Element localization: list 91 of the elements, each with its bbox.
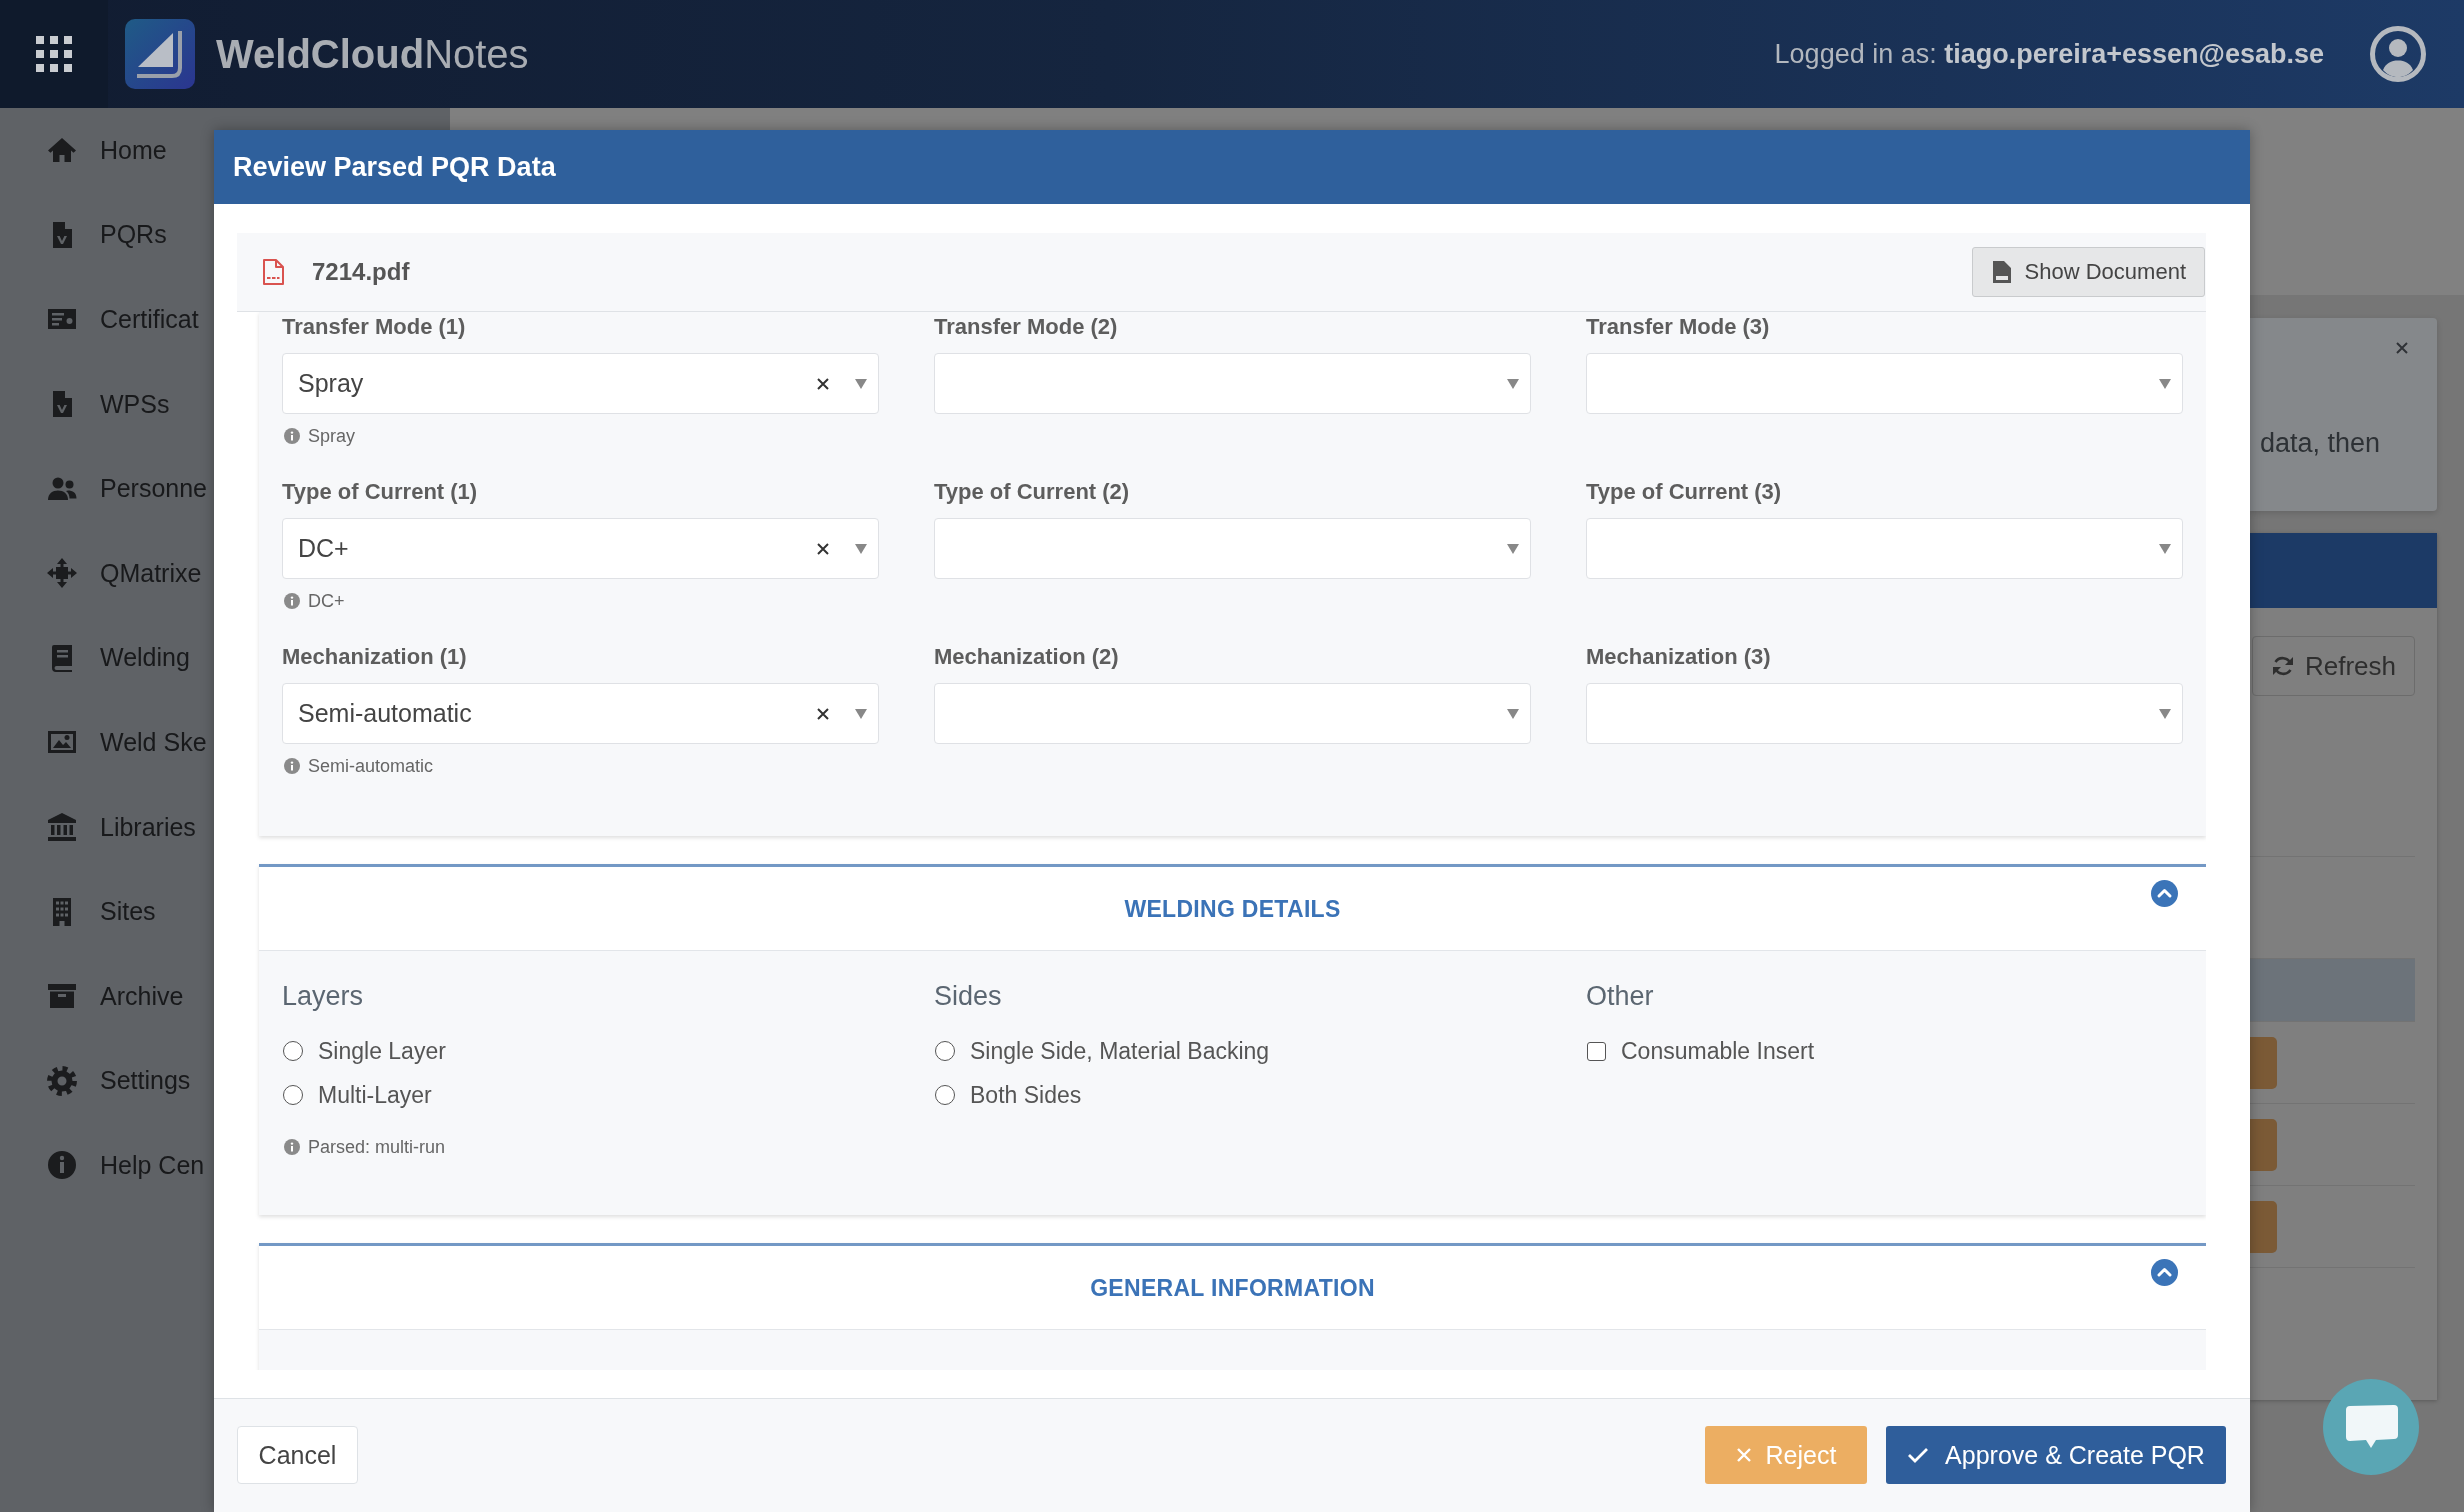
select-field[interactable] [1586, 518, 2183, 579]
close-icon[interactable] [2395, 341, 2409, 355]
dialog-title: Review Parsed PQR Data [233, 151, 556, 183]
caret-icon [855, 708, 867, 719]
refresh-button[interactable]: Refresh [2251, 636, 2415, 696]
section-title: WELDING DETAILS [1124, 894, 1341, 923]
field-label: Type of Current (3) [1586, 478, 1782, 506]
option-label: Multi-Layer [318, 1081, 432, 1109]
radio-button[interactable] [283, 1041, 303, 1061]
group-heading: Sides [934, 980, 1002, 1012]
brand-name: WeldCloudNotes [216, 31, 529, 78]
field-label: Mechanization (2) [934, 643, 1119, 671]
caret-icon [855, 543, 867, 554]
select-field[interactable] [934, 683, 1531, 744]
clear-icon[interactable] [817, 377, 829, 390]
login-status: Logged in as: tiago.pereira+essen@esab.se [1774, 38, 2324, 70]
check-icon [1907, 1447, 1930, 1463]
select-field[interactable] [1586, 353, 2183, 414]
logo-icon [125, 19, 195, 89]
caret-icon [1507, 543, 1519, 554]
checkbox[interactable] [1587, 1041, 1606, 1061]
option-label: Consumable Insert [1621, 1037, 1815, 1065]
caret-icon [855, 378, 867, 389]
select-field[interactable] [934, 518, 1531, 579]
clear-icon[interactable] [817, 707, 829, 720]
sidebar-item[interactable]: Libraries [0, 784, 196, 870]
field-label: Transfer Mode (1) [282, 313, 466, 341]
chevron-circle-icon[interactable] [2151, 1259, 2178, 1286]
info-icon [46, 1149, 78, 1182]
reject-button[interactable]: Reject [1705, 1426, 1867, 1484]
select-field[interactable] [1586, 683, 2183, 744]
sidebar-item[interactable]: Settings [0, 1038, 191, 1124]
caret-icon [1507, 708, 1519, 719]
select-field[interactable]: Semi-automatic [282, 683, 879, 744]
sidebar-item[interactable]: Welding [0, 615, 190, 701]
caret-icon [2159, 708, 2171, 719]
radio-button[interactable] [935, 1041, 955, 1061]
move-arrows-icon [46, 557, 78, 590]
chevron-circle-icon[interactable] [2151, 880, 2178, 907]
sidebar-item[interactable]: Weld Ske [0, 700, 207, 785]
select-field[interactable]: Spray [282, 353, 879, 414]
sidebar-item[interactable]: Help Cen [0, 1123, 205, 1208]
info-icon [284, 593, 300, 609]
caret-icon [2159, 378, 2171, 389]
caret-icon [1507, 378, 1519, 389]
clear-icon[interactable] [817, 542, 829, 555]
hint-text: Semi-automatic [308, 755, 434, 777]
notice-text: data, then [2259, 427, 2380, 459]
group-heading: Other [1586, 980, 1654, 1012]
hint-text: DC+ [308, 590, 345, 612]
field-label: Type of Current (1) [282, 478, 478, 506]
sidebar-item[interactable]: QMatrixe [0, 530, 202, 616]
sidebar-item[interactable]: Archive [0, 953, 184, 1039]
field-label: Mechanization (3) [1586, 643, 1771, 671]
x-icon [1735, 1447, 1752, 1463]
sidebar-item[interactable]: Home [0, 108, 167, 193]
file-icon [1992, 261, 2011, 283]
sidebar-item[interactable]: WPSs [0, 361, 170, 447]
hint-text: Spray [308, 425, 356, 447]
sidebar-item[interactable]: PQRs [0, 192, 167, 278]
sidebar-item[interactable]: Certificat [0, 277, 199, 362]
option-label: Both Sides [970, 1081, 1082, 1109]
field-label: Transfer Mode (3) [1586, 313, 1770, 341]
apps-grid-icon[interactable] [36, 36, 72, 72]
option-label: Single Layer [318, 1037, 446, 1065]
info-icon [284, 428, 300, 444]
info-icon [284, 1139, 300, 1155]
show-document-button[interactable]: Show Document [1971, 247, 2205, 297]
option-label: Single Side, Material Backing [970, 1037, 1270, 1065]
sidebar-item[interactable]: Sites [0, 869, 156, 954]
cancel-button[interactable]: Cancel [237, 1426, 358, 1484]
sidebar-item[interactable]: Personne [0, 446, 208, 531]
file-name: 7214.pdf [312, 258, 410, 286]
group-heading: Layers [282, 980, 364, 1012]
bank-icon [46, 811, 78, 844]
approve-button[interactable]: Approve & Create PQR [1886, 1426, 2226, 1484]
radio-button[interactable] [935, 1085, 955, 1105]
field-label: Mechanization (1) [282, 643, 467, 671]
pdf-file-icon [262, 259, 284, 285]
info-icon [284, 758, 300, 774]
select-field[interactable] [934, 353, 1531, 414]
avatar-icon[interactable] [2370, 26, 2426, 82]
caret-icon [2159, 543, 2171, 554]
section-title: GENERAL INFORMATION [1090, 1273, 1375, 1302]
field-label: Transfer Mode (2) [934, 313, 1118, 341]
settings-icon [46, 1064, 78, 1097]
radio-button[interactable] [283, 1085, 303, 1105]
hint-text: Parsed: multi-run [308, 1136, 446, 1158]
select-field[interactable]: DC+ [282, 518, 879, 579]
refresh-icon [2270, 654, 2295, 678]
field-label: Type of Current (2) [934, 478, 1130, 506]
